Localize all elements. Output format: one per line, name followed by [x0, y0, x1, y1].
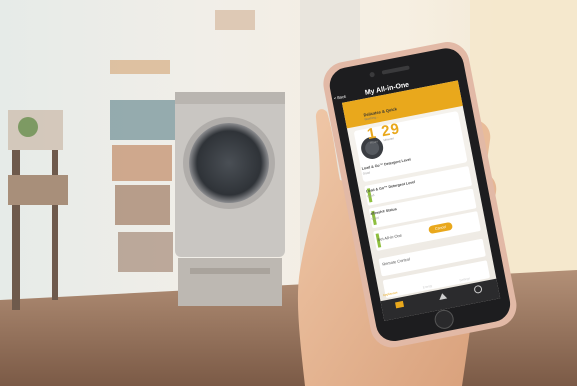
background-illustration [0, 0, 577, 386]
affresh-row-status: Good [371, 215, 380, 221]
affresh-row-label[interactable]: affresh® Status [370, 207, 397, 216]
photo-scene: < Back My All-in-One Delicates & Quick W… [0, 0, 577, 386]
detergent-row-1-status: Good [362, 170, 371, 176]
set-all-in-one-label: Set All-in-One [377, 232, 403, 243]
cancel-button[interactable]: Cancel [427, 221, 454, 235]
nav-tab-settings[interactable]: Settings [453, 275, 477, 284]
nav-tab-energy[interactable]: Energy [415, 282, 439, 291]
detergent-row-1-label[interactable]: Load & Go™ Detergent Level [361, 157, 411, 170]
detergent-row-2-status: Good [366, 193, 375, 199]
remote-control-toggle[interactable]: Remote Control [382, 256, 410, 266]
detergent-row-2-label[interactable]: Load & Go™ Detergent Level [366, 180, 416, 193]
nav-tab-appliances[interactable]: Appliances [378, 290, 402, 299]
